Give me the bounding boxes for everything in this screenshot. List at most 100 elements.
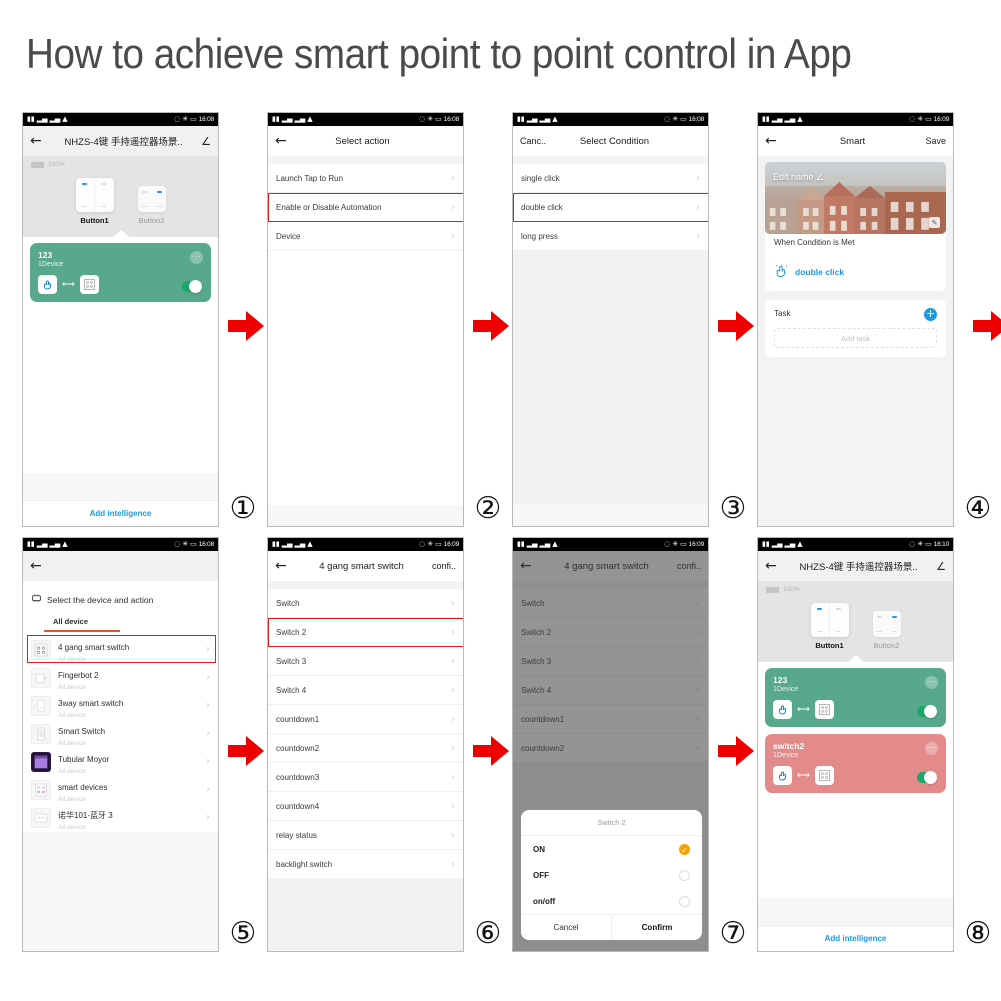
edit-pencil-icon[interactable]: ∠ [201, 135, 211, 148]
chevron-right-icon: › [451, 655, 455, 667]
list-item[interactable]: countdown3 › [268, 763, 463, 792]
wifi-icon: ▲ [307, 540, 313, 548]
add-intelligence-button[interactable]: Add intelligence [758, 925, 953, 951]
list-item[interactable]: Fingerbot 2 All device › [23, 664, 218, 692]
button1-item[interactable]: Button1 [810, 603, 849, 650]
list-item[interactable]: double click › [513, 193, 708, 222]
back-icon[interactable]: ← [765, 134, 781, 148]
button1-item[interactable]: Button1 [75, 178, 114, 225]
list-item[interactable]: Launch Tap to Run › [268, 164, 463, 193]
list-item[interactable]: Switch › [268, 589, 463, 618]
back-icon[interactable]: ← [30, 134, 46, 148]
list-item[interactable]: relay status › [268, 821, 463, 850]
list-item[interactable]: 诺华101-蓝牙 3 All device › [23, 804, 218, 832]
step-number-7: ⑦ [719, 916, 747, 951]
scene-card[interactable]: 123 1Device ··· ⟷ [765, 668, 946, 727]
scene-toggle[interactable] [917, 771, 937, 784]
bluetooth-icon: ✳ [672, 540, 679, 548]
chevron-right-icon: › [206, 784, 210, 795]
page-heading: Smart [839, 135, 866, 147]
status-left-icons: ▮▮ ▂▄ ▂▄ ▲ [272, 115, 313, 124]
back-icon[interactable]: ← [765, 559, 781, 573]
scene-card[interactable]: 123 1Device ··· ⟷ [30, 243, 211, 302]
scene-card[interactable]: switch2 1Device ··· ⟷ [765, 734, 946, 793]
signal-icon-1: ▂▄ [281, 540, 293, 548]
tab-all-device[interactable]: All device [53, 617, 88, 630]
list-item[interactable]: Smart Switch All device › [23, 720, 218, 748]
chevron-right-icon: › [206, 812, 210, 823]
save-button[interactable]: Save [924, 136, 946, 146]
task-card: Task + Add task [765, 300, 946, 357]
list-item[interactable]: Device › [268, 222, 463, 251]
scene-more-icon[interactable]: ··· [925, 676, 938, 689]
chevron-right-icon: › [451, 742, 455, 754]
edit-cover-icon[interactable]: ✎ [929, 217, 940, 228]
button2-item[interactable]: Button2 [872, 611, 901, 650]
radio-selected-icon[interactable]: ✓ [679, 843, 690, 855]
edit-pencil-icon[interactable]: ∠ [936, 560, 946, 573]
list-item[interactable]: single click › [513, 164, 708, 193]
scene-more-icon[interactable]: ··· [190, 251, 203, 264]
phone-screen-5: ▮▮ ▂▄ ▂▄ ▲ ◌ ✳ ▭ 16:08 ← Select the devi… [22, 537, 219, 952]
list-item[interactable]: long press › [513, 222, 708, 251]
condition-row[interactable]: double click [774, 264, 937, 279]
status-right-icons: ◌ ✳ ▭ 16:09 [419, 540, 459, 549]
scene-toggle[interactable] [917, 705, 937, 718]
socket-icon [31, 807, 51, 828]
phone-screen-7: ▮▮ ▂▄ ▂▄ ▲ ◌ ✳ ▭ 16:09 ← 4 gang smart sw… [512, 537, 709, 952]
confirm-button[interactable]: Confirm [612, 915, 702, 940]
list-item[interactable]: Switch 2 › [268, 618, 463, 647]
scene-toggle[interactable] [182, 280, 202, 293]
sim-icon: ▮▮ [27, 115, 35, 123]
cancel-button[interactable]: Canc.. [520, 136, 550, 146]
status-left-icons: ▮▮ ▂▄ ▂▄ ▲ [272, 540, 313, 549]
status-time: 16:09 [443, 541, 459, 548]
scene-subtitle: 1Device [773, 752, 799, 759]
cancel-button[interactable]: Cancel [521, 915, 611, 940]
add-intelligence-button[interactable]: Add intelligence [23, 500, 218, 526]
status-bar: ▮▮ ▂▄ ▂▄ ▲ ◌ ✳ ▭ 16:08 [513, 113, 708, 126]
wifi-icon: ▲ [797, 115, 803, 123]
list-item[interactable]: countdown2 › [268, 734, 463, 763]
device-text: 4 gang smart switch All device [58, 637, 199, 663]
add-task-placeholder[interactable]: Add task [774, 328, 937, 348]
scene-more-icon[interactable]: ··· [925, 742, 938, 755]
list-item[interactable]: Switch 4 › [268, 676, 463, 705]
list-item[interactable]: countdown4 › [268, 792, 463, 821]
switch-action-dialog: Switch 2 ON ✓ OFF on/off Cancel Confirm [521, 810, 702, 940]
status-right-icons: ◌ ✳ ▭ 16:08 [664, 115, 704, 124]
list-item[interactable]: backlight switch › [268, 850, 463, 879]
radio-icon[interactable] [679, 895, 690, 907]
list-item[interactable]: 4 gang smart switch All device › [23, 636, 218, 664]
scene-flow: ⟷ [773, 766, 938, 785]
chevron-right-icon: › [451, 800, 455, 812]
dialog-option[interactable]: on/off [521, 888, 702, 914]
dialog-option[interactable]: OFF [521, 862, 702, 888]
device-name: 诺华101-蓝牙 3 [58, 810, 113, 820]
button2-item[interactable]: Button2 [137, 186, 166, 225]
back-icon[interactable]: ← [275, 559, 291, 573]
back-icon[interactable]: ← [275, 134, 291, 148]
list-item[interactable]: smart devices All device › [23, 776, 218, 804]
signal-icon-2: ▂▄ [294, 115, 306, 123]
list-item[interactable]: Switch 3 › [268, 647, 463, 676]
list-item[interactable]: Tubular Moyor All device › [23, 748, 218, 776]
picker-header: Select the device and action All device [23, 581, 218, 632]
chevron-right-icon: › [206, 756, 210, 767]
nav-bar: Canc.. Select Condition [513, 126, 708, 156]
config-button[interactable]: confi.. [432, 561, 456, 571]
list-item-label: Switch 3 [276, 656, 307, 666]
list-item[interactable]: Enable or Disable Automation › [268, 193, 463, 222]
scene-cover-image[interactable]: Edit name ∠ ✎ [765, 162, 946, 234]
list-item[interactable]: 3way smart switch All device › [23, 692, 218, 720]
edit-name-label[interactable]: Edit name ∠ [773, 172, 824, 183]
device-sub: All device [58, 711, 86, 719]
dialog-option[interactable]: ON ✓ [521, 836, 702, 862]
radio-icon[interactable] [679, 869, 690, 881]
back-icon[interactable]: ← [30, 559, 46, 573]
device-sub: All device [58, 823, 86, 831]
button-selector: Button1 Button2 [23, 168, 218, 227]
list-item[interactable]: countdown1 › [268, 705, 463, 734]
add-task-icon[interactable]: + [924, 308, 937, 321]
page-heading: NHZS-4键 手持遥控器场景.. [799, 562, 918, 573]
